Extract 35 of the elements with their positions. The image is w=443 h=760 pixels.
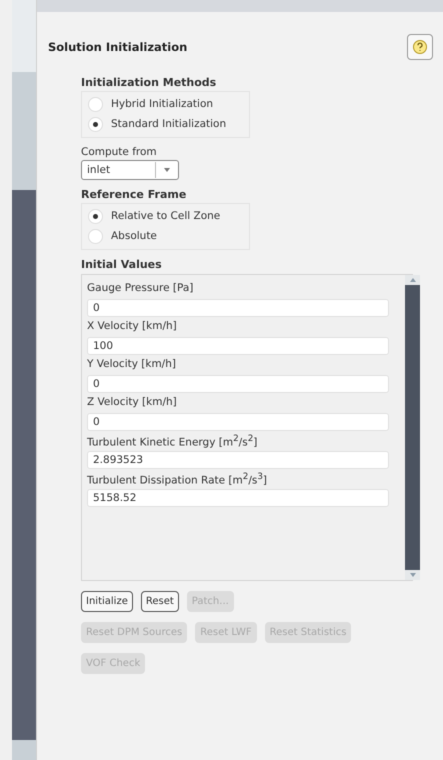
field-label: Y Velocity [km/h] [87, 358, 176, 372]
input-field[interactable]: 0 [87, 375, 389, 393]
input-field[interactable]: 5158.52 [87, 489, 389, 507]
field-label: Turbulent Dissipation Rate [m$^{2}$/s$^{3}$] [87, 472, 268, 488]
radio-option[interactable]: Standard Initialization [88, 115, 243, 133]
compute-from-dropdown[interactable]: inlet [81, 160, 179, 180]
field-label: Compute from [81, 146, 157, 158]
help-icon [412, 39, 428, 55]
section-label: Initialization Methods [81, 76, 216, 89]
radio-label: Standard Initialization [111, 118, 226, 130]
input-field[interactable]: 100 [87, 337, 389, 355]
input-field[interactable]: 0 [87, 299, 389, 317]
input-field[interactable]: 2.893523 [87, 451, 389, 469]
radio-label: Hybrid Initialization [111, 98, 214, 110]
dropdown-value: inlet [86, 164, 112, 176]
radio-button[interactable] [88, 116, 103, 132]
section-label: Reference Frame [81, 188, 186, 201]
radio-button[interactable] [88, 228, 103, 244]
radio-option[interactable]: Relative to Cell Zone [88, 207, 243, 225]
input-field[interactable]: 0 [87, 413, 389, 431]
field-label: Z Velocity [km/h] [87, 396, 177, 410]
help-button[interactable] [407, 34, 433, 60]
radio-button[interactable] [88, 208, 103, 224]
panel-title: Solution Initialization [48, 40, 188, 54]
field-label: X Velocity [km/h] [87, 320, 177, 334]
action-button[interactable]: Initialize [81, 591, 133, 612]
radio-option[interactable]: Hybrid Initialization [88, 95, 243, 113]
section-label: Initial Values [81, 258, 162, 271]
radio-button[interactable] [88, 96, 103, 112]
radio-label: Absolute [111, 230, 157, 242]
field-label: Gauge Pressure [Pa] [87, 282, 194, 296]
radio-label: Relative to Cell Zone [111, 210, 220, 222]
field-label: Turbulent Kinetic Energy [m$^{2}$/s$^{2}$] [87, 434, 258, 450]
action-button[interactable]: Reset [140, 591, 179, 612]
radio-option[interactable]: Absolute [88, 227, 243, 245]
